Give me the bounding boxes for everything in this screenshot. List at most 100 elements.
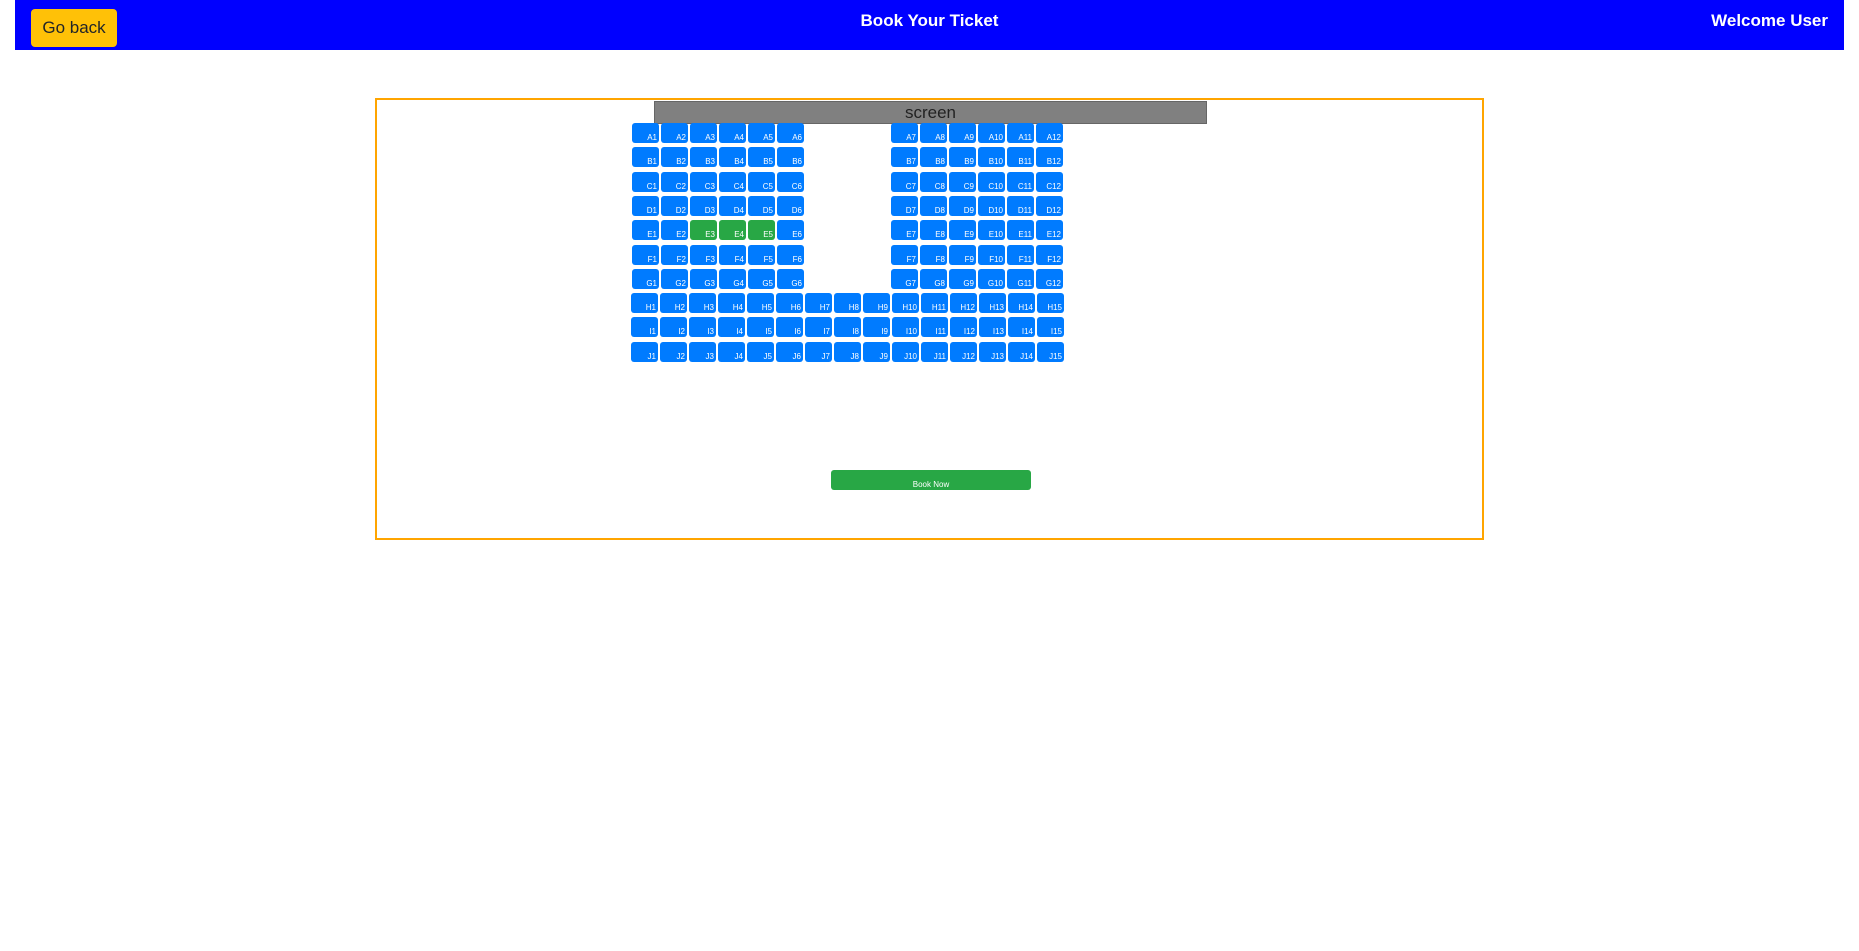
seat-d1[interactable]: D1 <box>632 196 659 216</box>
seat-d10[interactable]: D10 <box>978 196 1005 216</box>
seat-d5[interactable]: D5 <box>748 196 775 216</box>
seat-j10[interactable]: J10 <box>892 342 919 362</box>
seat-j2[interactable]: J2 <box>660 342 687 362</box>
seat-d8[interactable]: D8 <box>920 196 947 216</box>
seat-e3[interactable]: E3 <box>690 220 717 240</box>
seat-i15[interactable]: I15 <box>1037 317 1064 337</box>
seat-b1[interactable]: B1 <box>632 147 659 167</box>
seat-b5[interactable]: B5 <box>748 147 775 167</box>
seat-g10[interactable]: G10 <box>978 269 1005 289</box>
seat-f2[interactable]: F2 <box>661 245 688 265</box>
seat-i13[interactable]: I13 <box>979 317 1006 337</box>
seat-j3[interactable]: J3 <box>689 342 716 362</box>
seat-a3[interactable]: A3 <box>690 123 717 143</box>
seat-e5[interactable]: E5 <box>748 220 775 240</box>
seat-e7[interactable]: E7 <box>891 220 918 240</box>
seat-h14[interactable]: H14 <box>1008 293 1035 313</box>
seat-d12[interactable]: D12 <box>1036 196 1063 216</box>
seat-j7[interactable]: J7 <box>805 342 832 362</box>
seat-c3[interactable]: C3 <box>690 172 717 192</box>
seat-j11[interactable]: J11 <box>921 342 948 362</box>
seat-e6[interactable]: E6 <box>777 220 804 240</box>
seat-e1[interactable]: E1 <box>632 220 659 240</box>
seat-a11[interactable]: A11 <box>1007 123 1034 143</box>
seat-j13[interactable]: J13 <box>979 342 1006 362</box>
seat-h3[interactable]: H3 <box>689 293 716 313</box>
seat-b9[interactable]: B9 <box>949 147 976 167</box>
seat-h15[interactable]: H15 <box>1037 293 1064 313</box>
seat-i7[interactable]: I7 <box>805 317 832 337</box>
seat-g7[interactable]: G7 <box>891 269 918 289</box>
seat-h13[interactable]: H13 <box>979 293 1006 313</box>
seat-i10[interactable]: I10 <box>892 317 919 337</box>
seat-i5[interactable]: I5 <box>747 317 774 337</box>
seat-f12[interactable]: F12 <box>1036 245 1063 265</box>
seat-f7[interactable]: F7 <box>891 245 918 265</box>
seat-c1[interactable]: C1 <box>632 172 659 192</box>
seat-j8[interactable]: J8 <box>834 342 861 362</box>
seat-b7[interactable]: B7 <box>891 147 918 167</box>
seat-b6[interactable]: B6 <box>777 147 804 167</box>
seat-g6[interactable]: G6 <box>777 269 804 289</box>
seat-g12[interactable]: G12 <box>1036 269 1063 289</box>
seat-c9[interactable]: C9 <box>949 172 976 192</box>
seat-a2[interactable]: A2 <box>661 123 688 143</box>
seat-i2[interactable]: I2 <box>660 317 687 337</box>
seat-e9[interactable]: E9 <box>949 220 976 240</box>
seat-f11[interactable]: F11 <box>1007 245 1034 265</box>
seat-d3[interactable]: D3 <box>690 196 717 216</box>
seat-e8[interactable]: E8 <box>920 220 947 240</box>
seat-j6[interactable]: J6 <box>776 342 803 362</box>
seat-i14[interactable]: I14 <box>1008 317 1035 337</box>
seat-j9[interactable]: J9 <box>863 342 890 362</box>
seat-b4[interactable]: B4 <box>719 147 746 167</box>
seat-f6[interactable]: F6 <box>777 245 804 265</box>
seat-j1[interactable]: J1 <box>631 342 658 362</box>
seat-b8[interactable]: B8 <box>920 147 947 167</box>
seat-d4[interactable]: D4 <box>719 196 746 216</box>
seat-h4[interactable]: H4 <box>718 293 745 313</box>
seat-a8[interactable]: A8 <box>920 123 947 143</box>
seat-a12[interactable]: A12 <box>1036 123 1063 143</box>
seat-c10[interactable]: C10 <box>978 172 1005 192</box>
book-now-button[interactable]: Book Now <box>831 470 1031 490</box>
seat-a5[interactable]: A5 <box>748 123 775 143</box>
seat-g5[interactable]: G5 <box>748 269 775 289</box>
seat-e10[interactable]: E10 <box>978 220 1005 240</box>
seat-i11[interactable]: I11 <box>921 317 948 337</box>
seat-c11[interactable]: C11 <box>1007 172 1034 192</box>
seat-h10[interactable]: H10 <box>892 293 919 313</box>
seat-d11[interactable]: D11 <box>1007 196 1034 216</box>
seat-h7[interactable]: H7 <box>805 293 832 313</box>
seat-b2[interactable]: B2 <box>661 147 688 167</box>
seat-h11[interactable]: H11 <box>921 293 948 313</box>
seat-j14[interactable]: J14 <box>1008 342 1035 362</box>
seat-e11[interactable]: E11 <box>1007 220 1034 240</box>
seat-c8[interactable]: C8 <box>920 172 947 192</box>
seat-c4[interactable]: C4 <box>719 172 746 192</box>
seat-a1[interactable]: A1 <box>632 123 659 143</box>
seat-a4[interactable]: A4 <box>719 123 746 143</box>
seat-h5[interactable]: H5 <box>747 293 774 313</box>
seat-g4[interactable]: G4 <box>719 269 746 289</box>
seat-c12[interactable]: C12 <box>1036 172 1063 192</box>
seat-j5[interactable]: J5 <box>747 342 774 362</box>
seat-j12[interactable]: J12 <box>950 342 977 362</box>
seat-j15[interactable]: J15 <box>1037 342 1064 362</box>
seat-f3[interactable]: F3 <box>690 245 717 265</box>
seat-g9[interactable]: G9 <box>949 269 976 289</box>
seat-b11[interactable]: B11 <box>1007 147 1034 167</box>
seat-h8[interactable]: H8 <box>834 293 861 313</box>
seat-j4[interactable]: J4 <box>718 342 745 362</box>
seat-i9[interactable]: I9 <box>863 317 890 337</box>
seat-i4[interactable]: I4 <box>718 317 745 337</box>
seat-d6[interactable]: D6 <box>777 196 804 216</box>
seat-f8[interactable]: F8 <box>920 245 947 265</box>
seat-i12[interactable]: I12 <box>950 317 977 337</box>
seat-g1[interactable]: G1 <box>632 269 659 289</box>
seat-e2[interactable]: E2 <box>661 220 688 240</box>
seat-f4[interactable]: F4 <box>719 245 746 265</box>
seat-b10[interactable]: B10 <box>978 147 1005 167</box>
seat-a7[interactable]: A7 <box>891 123 918 143</box>
seat-f9[interactable]: F9 <box>949 245 976 265</box>
